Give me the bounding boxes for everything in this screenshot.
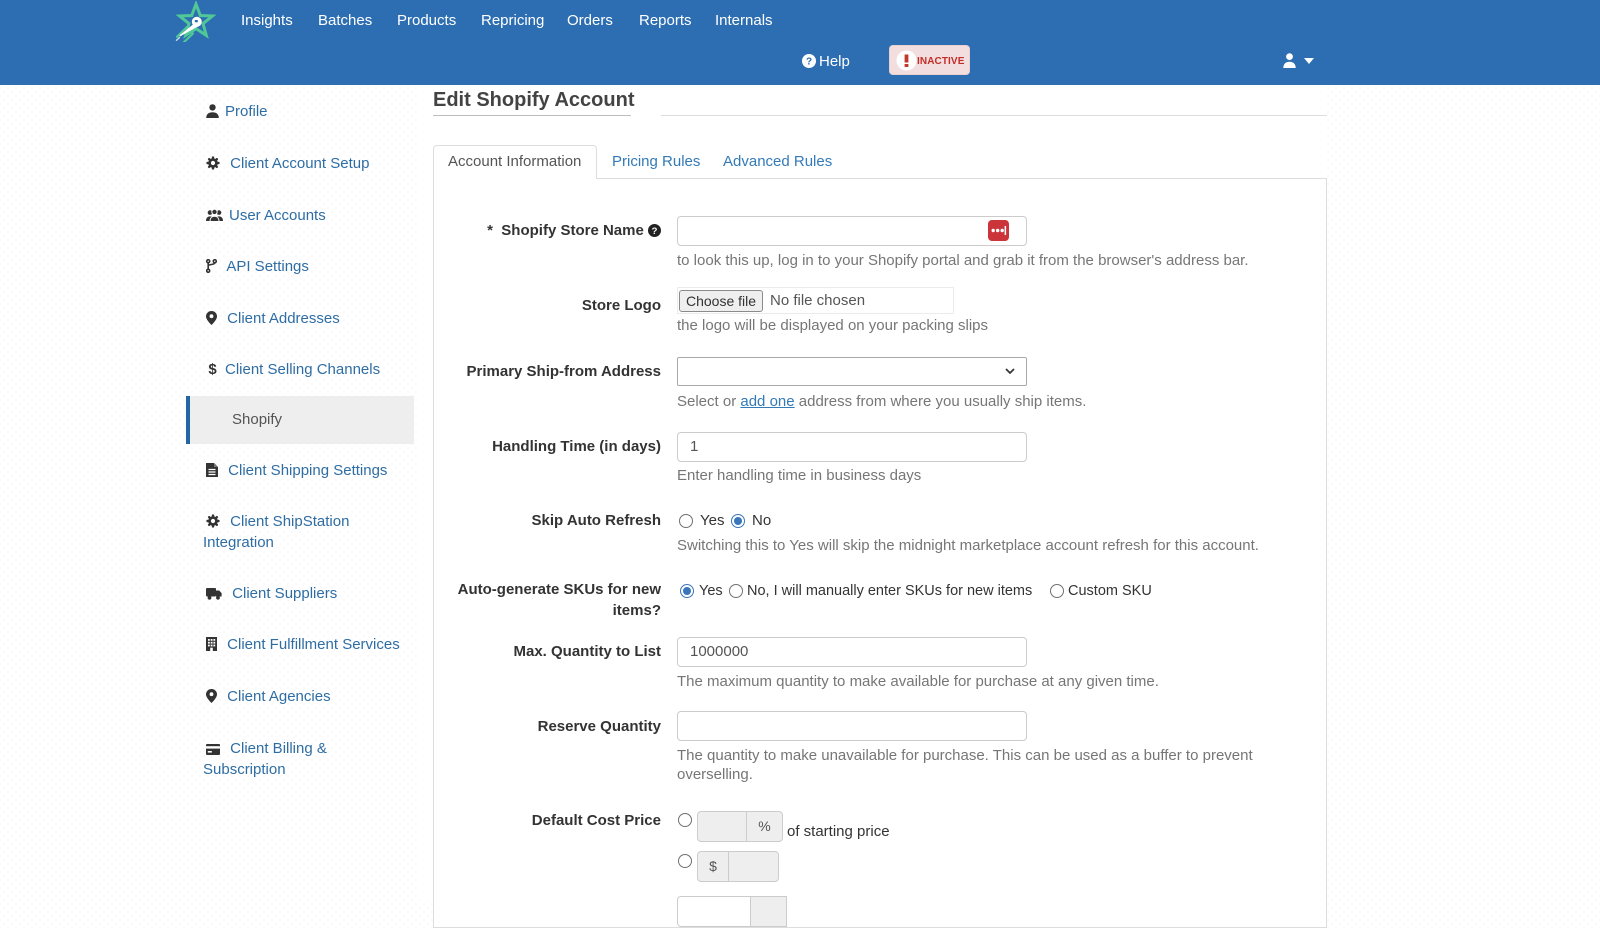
svg-text:?: ? [806,57,812,68]
svg-text:?: ? [652,226,658,237]
